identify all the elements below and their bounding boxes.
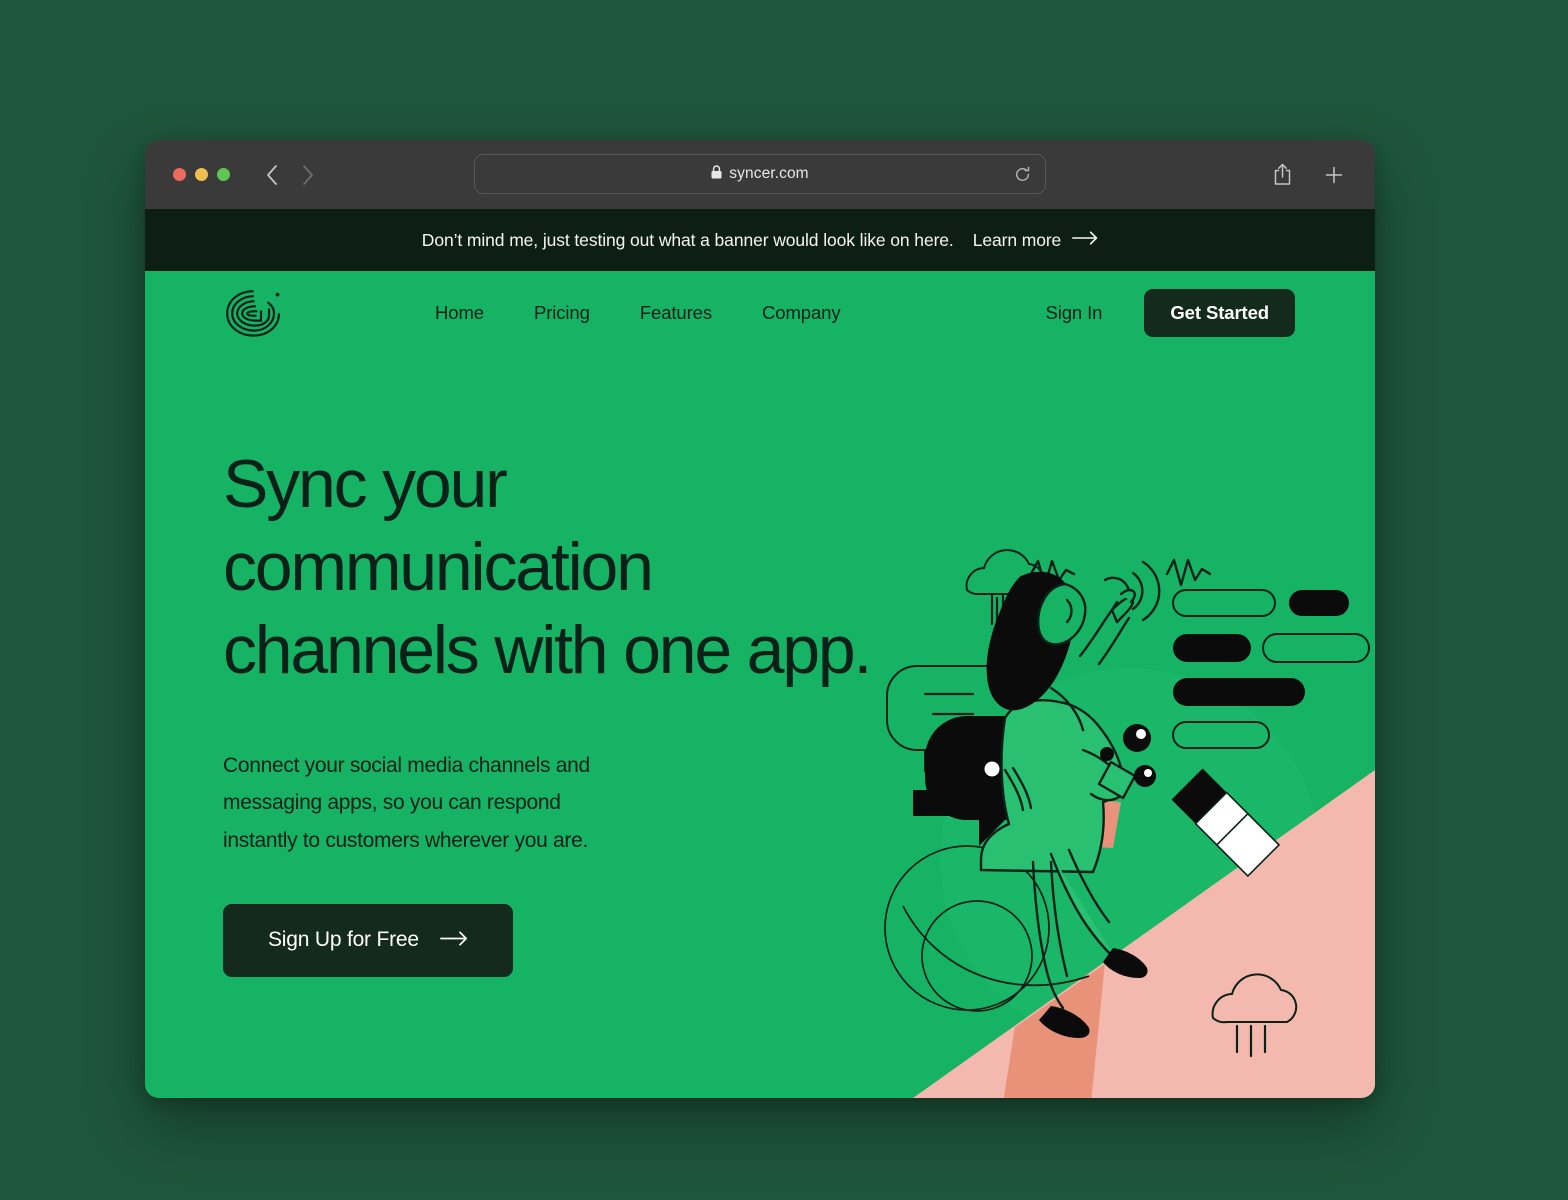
syncer-logo-icon[interactable] xyxy=(223,288,283,338)
get-started-button[interactable]: Get Started xyxy=(1144,289,1295,337)
cloud-upload-icon xyxy=(965,549,1045,642)
back-icon[interactable] xyxy=(259,160,285,190)
sign-up-button-label: Sign Up for Free xyxy=(268,928,419,952)
sign-in-link[interactable]: Sign In xyxy=(1045,302,1102,324)
navigation-arrows xyxy=(259,160,321,190)
maximize-window-button[interactable] xyxy=(217,168,230,181)
url-text: syncer.com xyxy=(729,165,809,182)
nav-link-pricing[interactable]: Pricing xyxy=(534,302,590,324)
nav-link-features[interactable]: Features xyxy=(640,302,712,324)
hero-illustration xyxy=(855,518,1375,1098)
new-tab-icon[interactable] xyxy=(1321,161,1347,189)
lock-icon xyxy=(711,164,722,184)
address-bar[interactable]: syncer.com xyxy=(474,154,1046,194)
announcement-learn-more-link[interactable]: Learn more xyxy=(973,230,1099,251)
nav-link-home[interactable]: Home xyxy=(435,302,484,324)
hero-section: Sync your communication channels with on… xyxy=(145,355,905,977)
toolbar-right-actions xyxy=(1269,161,1347,189)
site-navigation: Home Pricing Features Company Sign In Ge… xyxy=(145,271,1375,355)
hero-subheadline: Connect your social media channels and m… xyxy=(223,753,590,852)
announcement-link-label: Learn more xyxy=(972,229,1062,250)
person-illustration xyxy=(979,571,1156,1038)
speech-bubble-outline-icon xyxy=(886,665,1018,773)
browser-toolbar: syncer.com xyxy=(145,140,1375,209)
hero-headline: Sync your communication channels with on… xyxy=(223,446,872,688)
announcement-message: Don’t mind me, just testing out what a b… xyxy=(421,229,954,250)
arrow-right-icon xyxy=(439,928,468,952)
nav-link-company[interactable]: Company xyxy=(762,302,841,324)
browser-window: syncer.com Don’t mind me, just testing o… xyxy=(145,140,1375,1098)
typing-bubble-icon xyxy=(925,716,1109,846)
sign-up-for-free-button[interactable]: Sign Up for Free xyxy=(223,903,513,977)
page-content: Home Pricing Features Company Sign In Ge… xyxy=(145,271,1375,1098)
nav-actions: Sign In Get Started xyxy=(1045,289,1295,337)
reload-icon[interactable] xyxy=(1012,164,1032,184)
close-window-button[interactable] xyxy=(173,168,186,181)
nav-links: Home Pricing Features Company xyxy=(435,302,841,324)
share-icon[interactable] xyxy=(1269,161,1295,189)
forward-icon[interactable] xyxy=(295,160,321,190)
address-bar-content: syncer.com xyxy=(711,164,809,184)
cloud-rain-icon xyxy=(1211,973,1298,1058)
arrow-right-icon xyxy=(1072,230,1098,250)
announcement-banner: Don’t mind me, just testing out what a b… xyxy=(145,209,1375,271)
minimize-window-button[interactable] xyxy=(195,168,208,181)
squares-motif xyxy=(1171,768,1281,878)
window-traffic-lights xyxy=(173,168,230,181)
message-pills-group xyxy=(1172,589,1370,749)
tap-signal-icon xyxy=(1029,558,1212,622)
